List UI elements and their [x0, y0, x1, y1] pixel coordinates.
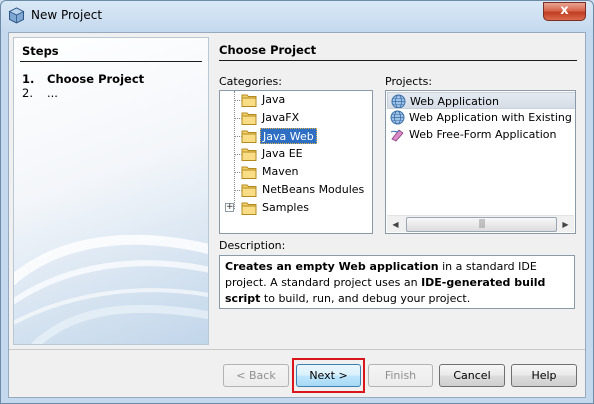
- globe-icon: [390, 110, 405, 125]
- dialog-content: Steps 1. Choose Project 2.... Choose Proj…: [8, 32, 586, 398]
- help-button[interactable]: Help: [511, 364, 577, 387]
- globe-icon: [391, 94, 406, 108]
- close-icon: x: [560, 3, 569, 18]
- choose-project-panel: Choose Project Categories: Projects: Jav…: [213, 37, 581, 345]
- folder-icon: [241, 202, 257, 215]
- scroll-right-arrow-icon[interactable]: ▶: [557, 216, 574, 233]
- panel-divider: [219, 60, 577, 61]
- description-bold-1: Creates an empty Web application: [225, 260, 439, 273]
- cancel-button[interactable]: Cancel: [439, 364, 505, 387]
- project-label: Web Free-Form Application: [409, 128, 557, 141]
- next-button-highlight: [292, 358, 365, 393]
- netbeans-cube-icon: [8, 7, 25, 24]
- scroll-left-arrow-icon[interactable]: ◀: [387, 216, 404, 233]
- category-label: Samples: [262, 201, 309, 214]
- description-text-2: to build, run, and debug your project.: [260, 292, 471, 305]
- scroll-thumb[interactable]: |||: [406, 217, 557, 232]
- category-label-selected: Java Web: [260, 128, 317, 144]
- category-item-java-ee[interactable]: Java EE: [220, 145, 372, 163]
- close-button[interactable]: x: [543, 2, 586, 21]
- category-item-maven[interactable]: Maven: [220, 163, 372, 181]
- back-button[interactable]: < Back: [223, 364, 289, 387]
- step-number: 1.: [22, 72, 35, 86]
- project-label: Web Application with Existing Sources: [409, 111, 575, 124]
- categories-label: Categories:: [219, 75, 282, 88]
- category-label: Maven: [262, 165, 299, 178]
- project-label: Web Application: [410, 95, 499, 108]
- title-bar[interactable]: New Project x: [1, 1, 593, 31]
- steps-divider: [20, 61, 202, 62]
- step-item-next: 2....: [22, 86, 58, 100]
- projects-horizontal-scrollbar[interactable]: ◀ ||| ▶: [387, 215, 574, 232]
- project-item-web-application[interactable]: Web Application: [387, 92, 575, 109]
- steps-title: Steps: [22, 44, 59, 58]
- folder-icon: [241, 148, 257, 161]
- folder-icon: [241, 166, 257, 179]
- button-bar-separator: [9, 349, 585, 350]
- description-box: Creates an empty Web application in a st…: [219, 255, 575, 309]
- projects-list[interactable]: Web Application Web Application with Exi…: [385, 90, 576, 234]
- projects-label: Projects:: [385, 75, 433, 88]
- step-label: ...: [47, 86, 58, 100]
- folder-icon: [241, 184, 257, 197]
- finish-button[interactable]: Finish: [368, 364, 433, 387]
- folder-icon: [241, 112, 257, 125]
- description-label: Description:: [219, 239, 286, 252]
- step-number: 2.: [22, 86, 33, 100]
- panel-title: Choose Project: [219, 43, 317, 57]
- project-item-web-free-form-application[interactable]: Web Free-Form Application: [387, 126, 575, 143]
- step-label: Choose Project: [47, 72, 145, 86]
- steps-panel: Steps 1. Choose Project 2....: [13, 37, 209, 345]
- category-item-java[interactable]: Java: [220, 91, 372, 109]
- expand-plus-icon[interactable]: +: [225, 203, 234, 212]
- category-item-java-web[interactable]: Java Web: [220, 127, 372, 145]
- project-item-web-application-existing-sources[interactable]: Web Application with Existing Sources: [387, 109, 575, 126]
- folder-icon: [241, 94, 257, 107]
- category-label: Java EE: [262, 147, 303, 160]
- window-title: New Project: [31, 8, 103, 22]
- step-item-choose-project: 1. Choose Project: [22, 72, 144, 86]
- category-item-netbeans-modules[interactable]: NetBeans Modules: [220, 181, 372, 199]
- new-project-dialog: New Project x Steps 1. Choose Project 2..…: [0, 0, 594, 404]
- category-item-samples[interactable]: + Samples: [220, 199, 372, 217]
- category-label: NetBeans Modules: [262, 183, 365, 196]
- freeform-web-icon: [390, 129, 404, 142]
- category-item-javafx[interactable]: JavaFX: [220, 109, 372, 127]
- category-label: JavaFX: [262, 111, 300, 124]
- categories-tree[interactable]: Java JavaFX Java Web Java EE Maven NetBe…: [219, 90, 373, 234]
- category-label: Java: [262, 93, 286, 106]
- folder-icon: [241, 130, 257, 143]
